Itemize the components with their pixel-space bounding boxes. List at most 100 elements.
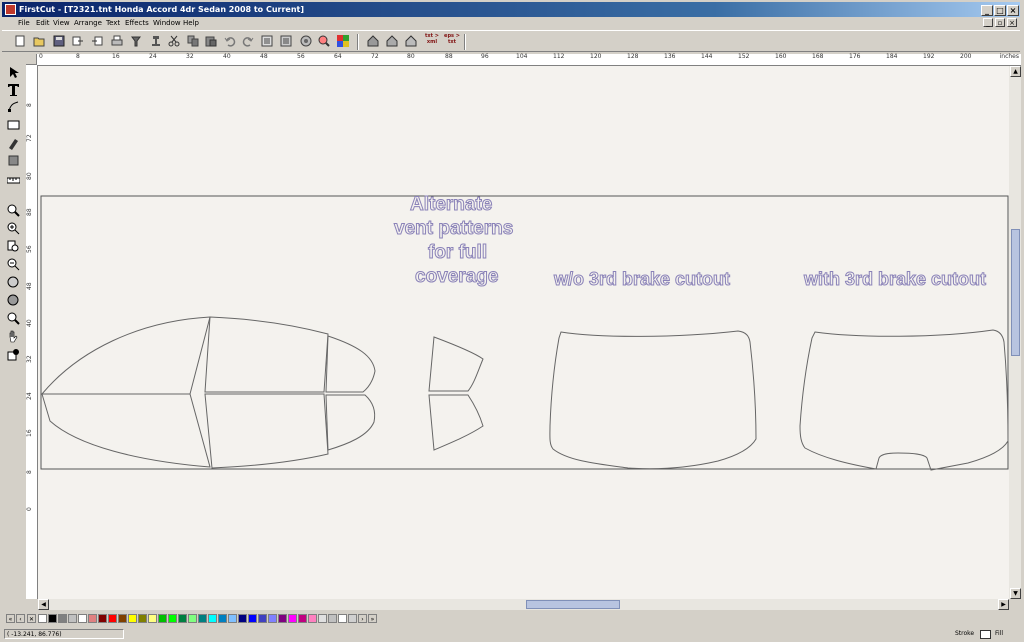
- convert-eps-txt-button[interactable]: eps > txt: [444, 33, 460, 51]
- color-swatch[interactable]: [138, 614, 147, 623]
- color-swatch[interactable]: [168, 614, 177, 623]
- pattern-piece-front-upper[interactable]: [40, 316, 211, 395]
- maximize-button[interactable]: □: [994, 5, 1006, 16]
- color-swatch[interactable]: [98, 614, 107, 623]
- doc-restore-button[interactable]: ▫: [995, 18, 1005, 27]
- color-swatch[interactable]: [38, 614, 47, 623]
- color-swatch[interactable]: [228, 614, 237, 623]
- pattern-drawing[interactable]: [38, 66, 1009, 599]
- zoom-to-selection-icon[interactable]: [318, 35, 330, 47]
- menu-file[interactable]: File: [18, 18, 30, 28]
- app-icon[interactable]: [5, 4, 16, 15]
- rear-window-without-brake-cutout[interactable]: [549, 330, 757, 470]
- color-fill-icon[interactable]: [7, 348, 20, 361]
- properties-icon[interactable]: [261, 35, 273, 47]
- scroll-down-arrow[interactable]: ▼: [1010, 588, 1021, 599]
- palette-last-icon[interactable]: »: [368, 614, 377, 623]
- menu-edit[interactable]: Edit: [36, 18, 50, 28]
- import-icon[interactable]: [72, 35, 84, 47]
- color-swatch[interactable]: [268, 614, 277, 623]
- vertical-scroll-thumb[interactable]: [1011, 229, 1020, 356]
- color-swatch[interactable]: [128, 614, 137, 623]
- color-swatch[interactable]: [328, 614, 337, 623]
- cut-icon[interactable]: [168, 35, 180, 47]
- menu-help[interactable]: Help: [183, 18, 199, 28]
- color-swatch[interactable]: [308, 614, 317, 623]
- fill-tool-icon[interactable]: [7, 154, 20, 167]
- zoom-out-icon[interactable]: [7, 258, 20, 271]
- scroll-left-arrow[interactable]: ◀: [38, 599, 49, 610]
- text-tool-icon[interactable]: [7, 83, 20, 96]
- pattern-piece-front-lower[interactable]: [41, 393, 211, 468]
- paste-icon[interactable]: [205, 35, 217, 47]
- zoom-actual-icon[interactable]: [7, 312, 20, 325]
- pen-tool-icon[interactable]: [7, 137, 20, 150]
- color-swatch[interactable]: [48, 614, 57, 623]
- export-icon[interactable]: [91, 35, 103, 47]
- pattern-piece-quarter-upper[interactable]: [325, 335, 376, 393]
- color-swatch[interactable]: [108, 614, 117, 623]
- color-swatch[interactable]: [218, 614, 227, 623]
- color-palette-icon[interactable]: [337, 35, 349, 47]
- node-edit-icon[interactable]: [7, 100, 20, 113]
- color-swatch[interactable]: [288, 614, 297, 623]
- color-swatch[interactable]: [238, 614, 247, 623]
- pattern-piece-rear-door-lower[interactable]: [204, 393, 329, 469]
- save-icon[interactable]: [53, 35, 65, 47]
- color-swatch[interactable]: [348, 614, 357, 623]
- color-swatch[interactable]: [68, 614, 77, 623]
- pattern-piece-rear-door-upper[interactable]: [204, 316, 329, 393]
- horizontal-ruler[interactable]: 0 8 16 24 32 40 48 56 64 72 80 88 96 104…: [37, 53, 1021, 66]
- doc-close-button[interactable]: ×: [1007, 18, 1017, 27]
- color-swatch[interactable]: [248, 614, 257, 623]
- undo-icon[interactable]: [224, 35, 236, 47]
- color-swatch[interactable]: [58, 614, 67, 623]
- rear-window-with-brake-cutout[interactable]: [799, 329, 1009, 471]
- print-icon[interactable]: [111, 35, 123, 47]
- doc-minimize-button[interactable]: _: [983, 18, 993, 27]
- color-swatch[interactable]: [318, 614, 327, 623]
- redo-icon[interactable]: [242, 35, 254, 47]
- zoom-select-icon[interactable]: [7, 204, 20, 217]
- convert-txt-xml-button[interactable]: txt > xml: [424, 33, 440, 51]
- zoom-page-icon[interactable]: [7, 240, 20, 253]
- horizontal-scrollbar[interactable]: ◀ ▶: [38, 599, 1009, 610]
- no-color-icon[interactable]: ✕: [27, 614, 36, 623]
- color-swatch[interactable]: [278, 614, 287, 623]
- menu-effects[interactable]: Effects: [125, 18, 149, 28]
- open-icon[interactable]: [33, 35, 45, 47]
- vent-pattern-lower[interactable]: [428, 394, 484, 451]
- rectangle-tool-icon[interactable]: [7, 118, 20, 131]
- color-swatch[interactable]: [188, 614, 197, 623]
- color-swatch[interactable]: [118, 614, 127, 623]
- color-swatch[interactable]: [178, 614, 187, 623]
- zoom-in-icon[interactable]: [7, 222, 20, 235]
- select-arrow-icon[interactable]: [7, 66, 20, 79]
- zoom-all-icon[interactable]: [7, 276, 20, 289]
- palette-prev-icon[interactable]: ‹: [16, 614, 25, 623]
- measure-tool-icon[interactable]: [7, 174, 20, 187]
- vertical-ruler[interactable]: 8 72 80 88 56 48 40 32 24 16 8 0: [26, 65, 38, 599]
- color-swatch[interactable]: [148, 614, 157, 623]
- house-icon[interactable]: [405, 35, 417, 47]
- menu-text[interactable]: Text: [106, 18, 120, 28]
- pan-hand-icon[interactable]: [7, 330, 20, 343]
- close-button[interactable]: ×: [1007, 5, 1019, 16]
- horizontal-scroll-thumb[interactable]: [526, 600, 620, 609]
- menu-window[interactable]: Window: [153, 18, 181, 28]
- menu-arrange[interactable]: Arrange: [74, 18, 102, 28]
- scroll-right-arrow[interactable]: ▶: [998, 599, 1009, 610]
- pen-cut-icon[interactable]: [130, 35, 142, 47]
- plot-icon[interactable]: [150, 35, 162, 47]
- house-icon[interactable]: [386, 35, 398, 47]
- color-swatch[interactable]: [158, 614, 167, 623]
- menu-view[interactable]: View: [53, 18, 70, 28]
- palette-next-icon[interactable]: ›: [358, 614, 367, 623]
- color-swatch[interactable]: [198, 614, 207, 623]
- color-swatch[interactable]: [298, 614, 307, 623]
- color-swatch[interactable]: [208, 614, 217, 623]
- title-bar[interactable]: FirstCut - [T2321.tnt Honda Accord 4dr S…: [2, 2, 1020, 17]
- scroll-up-arrow[interactable]: ▲: [1010, 66, 1021, 77]
- layers-icon[interactable]: [280, 35, 292, 47]
- house-icon[interactable]: [367, 35, 379, 47]
